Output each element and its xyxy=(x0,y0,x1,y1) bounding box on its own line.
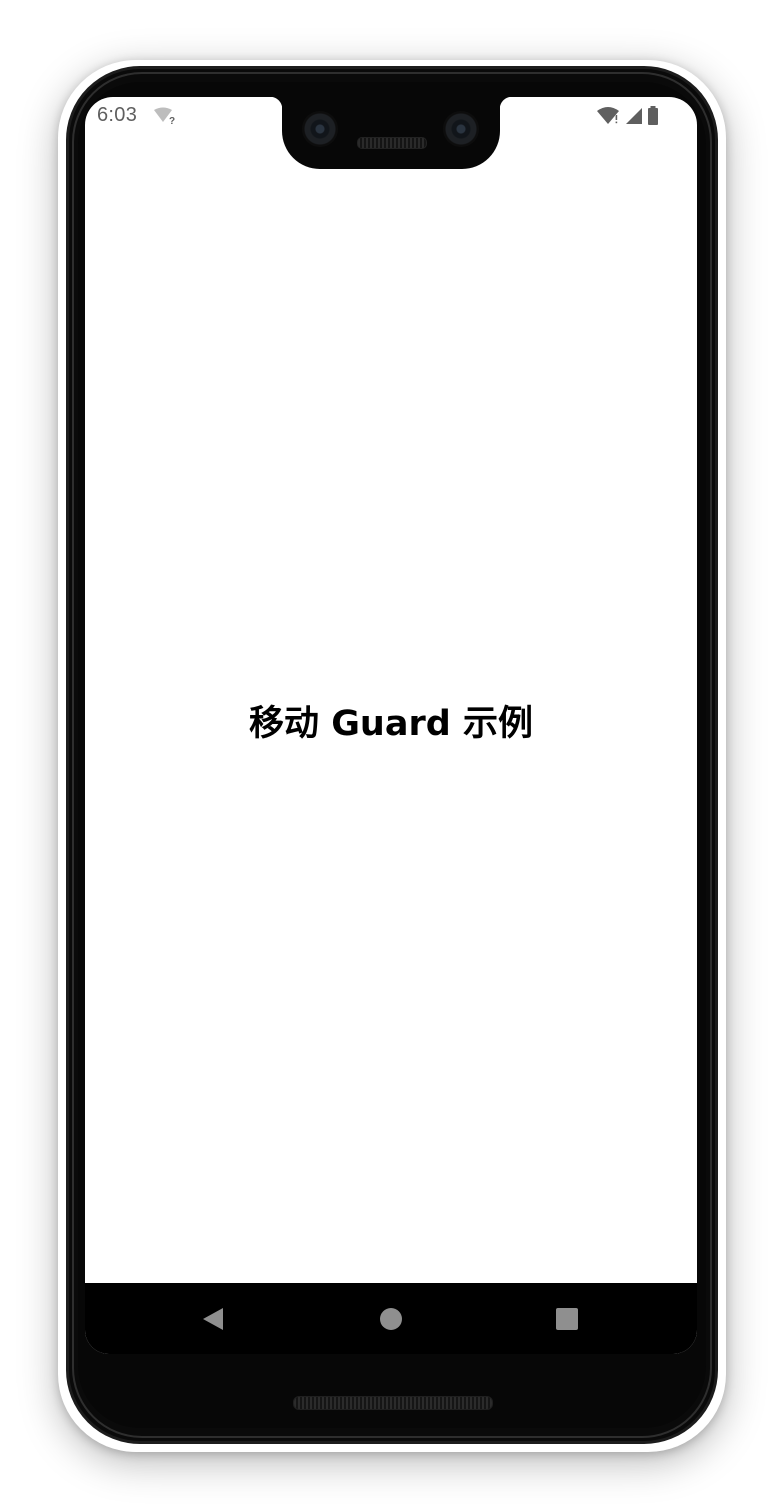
home-icon xyxy=(380,1307,402,1330)
front-camera-right-icon xyxy=(443,111,479,147)
notch-corner-left xyxy=(270,97,282,109)
home-button[interactable] xyxy=(351,1283,431,1354)
wifi-alert-icon xyxy=(597,107,619,124)
navigation-bar xyxy=(85,1283,697,1354)
status-time: 6:03 xyxy=(97,104,138,126)
status-icons xyxy=(597,105,659,127)
display-notch xyxy=(282,97,500,169)
back-button[interactable] xyxy=(173,1283,253,1354)
back-icon xyxy=(203,1307,223,1330)
recents-icon xyxy=(556,1307,578,1330)
battery-icon xyxy=(648,106,658,125)
cell-signal-icon xyxy=(626,108,642,124)
front-camera-left-icon xyxy=(302,111,338,147)
app-content: 移动 Guard 示例 xyxy=(85,97,697,1283)
notch-corner-right xyxy=(500,97,512,109)
earpiece-speaker xyxy=(357,137,427,149)
bottom-speaker-grille xyxy=(293,1396,493,1410)
svg-text:?: ? xyxy=(169,116,175,125)
wifi-question-icon: ? xyxy=(154,107,175,125)
page-title: 移动 Guard 示例 xyxy=(249,703,533,744)
recents-button[interactable] xyxy=(527,1283,607,1354)
phone-screen: 移动 Guard 示例 6:03 ? xyxy=(85,97,697,1354)
